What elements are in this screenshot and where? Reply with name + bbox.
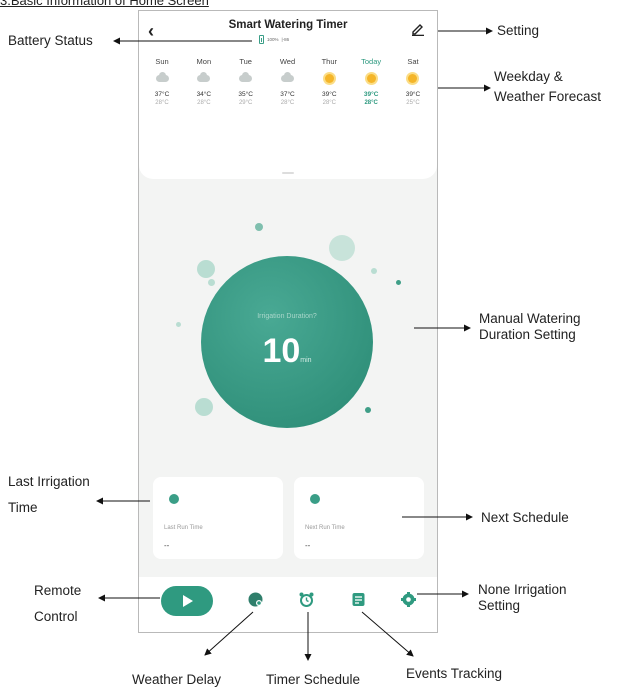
label-weekday-line1: Weekday & [494, 69, 563, 84]
label-remote-line1: Remote [34, 583, 82, 598]
label-setting: Setting [497, 23, 540, 38]
label-timer-schedule: Timer Schedule [266, 672, 361, 687]
label-none-irrigation: None Irrigation Setting [478, 582, 567, 614]
label-battery-status: Battery Status [8, 33, 93, 48]
label-weekday-forecast: Weekday & Weather Forecast [494, 67, 601, 107]
label-none-irrigation-line1: None Irrigation [478, 582, 567, 597]
label-remote-control: Remote Control [34, 578, 81, 630]
label-manual-line2: Duration Setting [479, 327, 576, 342]
label-remote-line2: Control [34, 609, 78, 624]
arrow-events-tracking [361, 611, 414, 657]
label-manual-line1: Manual Watering [479, 311, 581, 326]
label-last-irrigation-line2: Time [8, 500, 38, 515]
label-manual-watering: Manual Watering Duration Setting [479, 311, 581, 343]
label-last-irrigation-line1: Last Irrigation [8, 474, 90, 489]
label-events-tracking: Events Tracking [406, 666, 503, 681]
label-last-irrigation: Last Irrigation Time [8, 469, 90, 521]
arrow-weather-delay [204, 611, 254, 656]
label-next-schedule: Next Schedule [481, 510, 569, 525]
label-weekday-line2: Weather Forecast [494, 89, 602, 104]
label-weather-delay: Weather Delay [132, 672, 222, 687]
label-none-irrigation-line2: Setting [478, 598, 521, 613]
